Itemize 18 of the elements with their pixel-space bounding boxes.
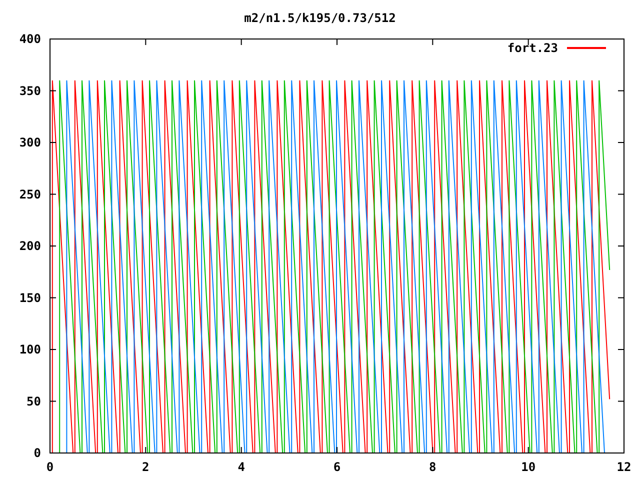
chart-title: m2/n1.5/k195/0.73/512 bbox=[244, 11, 396, 25]
tick-label: 4 bbox=[238, 460, 245, 474]
tick-label: 8 bbox=[429, 460, 436, 474]
tick-label: 100 bbox=[19, 342, 41, 356]
tick-label: 300 bbox=[19, 136, 41, 150]
tick-label: 350 bbox=[19, 84, 41, 98]
tick-label: 6 bbox=[333, 460, 341, 474]
tick-label: 12 bbox=[616, 460, 632, 474]
tick-label: 150 bbox=[19, 290, 41, 305]
tick-label: 200 bbox=[19, 239, 41, 253]
tick-label: 10 bbox=[521, 460, 536, 474]
tick-label: 2 bbox=[142, 460, 150, 474]
legend-label: fort.23 bbox=[507, 41, 558, 55]
tick-label: 250 bbox=[19, 187, 41, 202]
tick-label: 0 bbox=[46, 460, 54, 474]
tick-label: 50 bbox=[26, 394, 41, 408]
tick-label: 400 bbox=[19, 32, 41, 46]
tick-label: 0 bbox=[34, 446, 41, 460]
